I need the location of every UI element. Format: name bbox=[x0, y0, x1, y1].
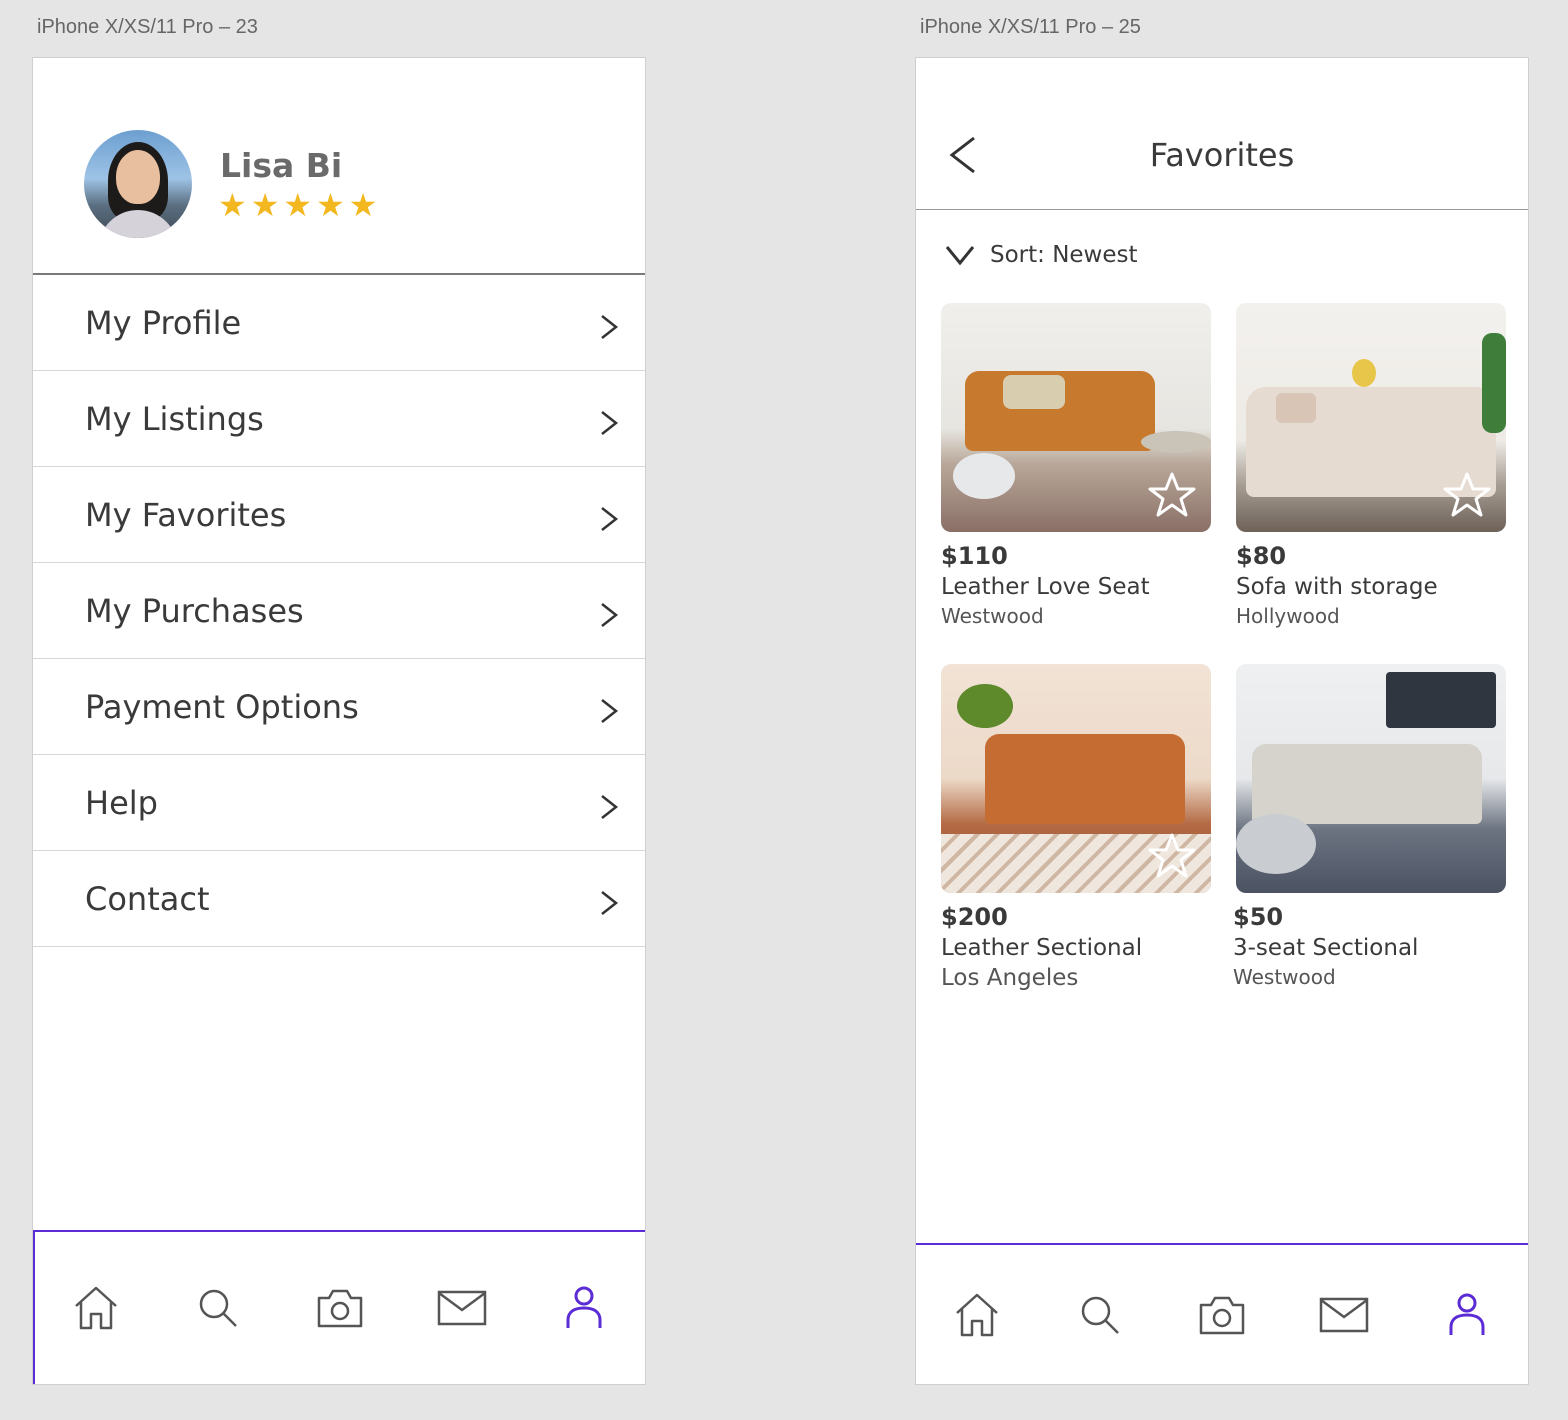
divider bbox=[916, 209, 1528, 210]
listing-card[interactable]: $200 Leather Sectional Los Angeles bbox=[941, 664, 1211, 991]
mail-icon bbox=[437, 1290, 487, 1326]
menu-item-label: My Favorites bbox=[85, 495, 287, 534]
star-icon: ★ bbox=[283, 186, 313, 224]
star-icon: ★ bbox=[218, 186, 247, 224]
tab-messages[interactable] bbox=[1314, 1285, 1374, 1345]
listing-card[interactable]: $110 Leather Love Seat Westwood bbox=[941, 303, 1211, 628]
listing-image[interactable] bbox=[941, 664, 1211, 893]
chevron-right-icon bbox=[601, 795, 619, 819]
favorite-star-icon[interactable] bbox=[1147, 470, 1197, 520]
tab-profile[interactable] bbox=[554, 1278, 614, 1338]
profile-icon bbox=[566, 1286, 602, 1328]
tab-search[interactable] bbox=[1070, 1285, 1130, 1345]
rating-stars: ★ ★ ★ ★ ★ bbox=[218, 189, 377, 221]
listing-title: 3-seat Sectional bbox=[1233, 935, 1419, 961]
menu-item-contact[interactable]: Contact bbox=[33, 851, 645, 947]
chevron-right-icon bbox=[601, 315, 619, 339]
camera-icon bbox=[1199, 1296, 1245, 1334]
listing-location: Westwood bbox=[941, 604, 1044, 628]
listing-location: Hollywood bbox=[1236, 604, 1340, 628]
tab-bar bbox=[916, 1243, 1528, 1384]
tab-camera[interactable] bbox=[1192, 1285, 1252, 1345]
menu-item-my-purchases[interactable]: My Purchases bbox=[33, 563, 645, 659]
tab-camera[interactable] bbox=[310, 1278, 370, 1338]
star-icon: ★ bbox=[348, 186, 378, 224]
menu-item-label: My Profile bbox=[85, 303, 242, 342]
menu-item-label: My Listings bbox=[85, 399, 264, 438]
profile-name: Lisa Bi bbox=[220, 146, 343, 185]
listing-price: $50 bbox=[1233, 903, 1284, 931]
mail-icon bbox=[1320, 1297, 1369, 1332]
chevron-right-icon bbox=[601, 507, 619, 531]
camera-icon bbox=[317, 1289, 363, 1328]
listing-title: Leather Sectional bbox=[941, 935, 1143, 961]
avatar[interactable] bbox=[84, 130, 192, 238]
home-icon bbox=[75, 1286, 117, 1330]
listing-card[interactable]: $50 3-seat Sectional Westwood bbox=[1233, 664, 1506, 989]
search-icon bbox=[1081, 1296, 1119, 1334]
favorite-star-icon[interactable] bbox=[1147, 831, 1197, 881]
listing-price: $110 bbox=[941, 542, 1008, 570]
tab-profile[interactable] bbox=[1437, 1285, 1497, 1345]
menu-item-my-listings[interactable]: My Listings bbox=[33, 371, 645, 467]
menu-item-label: My Purchases bbox=[85, 591, 304, 630]
listing-price: $80 bbox=[1236, 542, 1287, 570]
favorites-screen: Favorites Sort: Newest $110 Leather Love… bbox=[915, 57, 1529, 1385]
listing-title: Sofa with storage bbox=[1236, 574, 1438, 600]
home-icon bbox=[956, 1293, 999, 1336]
artboard-label-25: iPhone X/XS/11 Pro – 25 bbox=[920, 16, 1141, 38]
chevron-down-icon bbox=[945, 246, 975, 266]
tab-search[interactable] bbox=[188, 1278, 248, 1338]
tab-bar bbox=[33, 1230, 645, 1384]
chevron-right-icon bbox=[601, 891, 619, 915]
chevron-right-icon bbox=[601, 411, 619, 435]
menu-item-label: Help bbox=[85, 783, 158, 822]
tab-home[interactable] bbox=[66, 1278, 126, 1338]
menu-item-label: Payment Options bbox=[85, 687, 359, 726]
page-title: Favorites bbox=[1149, 136, 1295, 174]
menu-item-my-favorites[interactable]: My Favorites bbox=[33, 467, 645, 563]
sort-dropdown[interactable]: Sort: Newest bbox=[944, 242, 1138, 268]
artboard-label-23: iPhone X/XS/11 Pro – 23 bbox=[37, 16, 258, 38]
listing-image[interactable] bbox=[1236, 303, 1506, 532]
search-icon bbox=[199, 1289, 237, 1327]
profile-icon bbox=[1449, 1293, 1485, 1335]
menu-item-my-profile[interactable]: My Profile bbox=[33, 275, 645, 371]
listing-image[interactable] bbox=[941, 303, 1211, 532]
favorite-star-icon[interactable] bbox=[1442, 470, 1492, 520]
tab-home[interactable] bbox=[947, 1285, 1007, 1345]
profile-screen: Lisa Bi ★ ★ ★ ★ ★ My Profile My Listings… bbox=[32, 57, 646, 1385]
profile-menu: My Profile My Listings My Favorites My P… bbox=[33, 275, 645, 947]
menu-item-payment-options[interactable]: Payment Options bbox=[33, 659, 645, 755]
star-icon: ★ bbox=[250, 186, 280, 224]
menu-item-label: Contact bbox=[85, 879, 210, 918]
listing-price: $200 bbox=[941, 903, 1008, 931]
listing-location: Los Angeles bbox=[941, 965, 1079, 991]
chevron-right-icon bbox=[601, 699, 619, 723]
star-icon: ★ bbox=[316, 186, 345, 224]
chevron-right-icon bbox=[601, 603, 619, 627]
menu-item-help[interactable]: Help bbox=[33, 755, 645, 851]
listing-location: Westwood bbox=[1233, 965, 1336, 989]
listing-image[interactable] bbox=[1236, 664, 1506, 893]
tab-messages[interactable] bbox=[432, 1278, 492, 1338]
sort-label: Sort: Newest bbox=[990, 242, 1138, 268]
listing-card[interactable]: $80 Sofa with storage Hollywood bbox=[1236, 303, 1506, 628]
listing-title: Leather Love Seat bbox=[941, 574, 1150, 600]
